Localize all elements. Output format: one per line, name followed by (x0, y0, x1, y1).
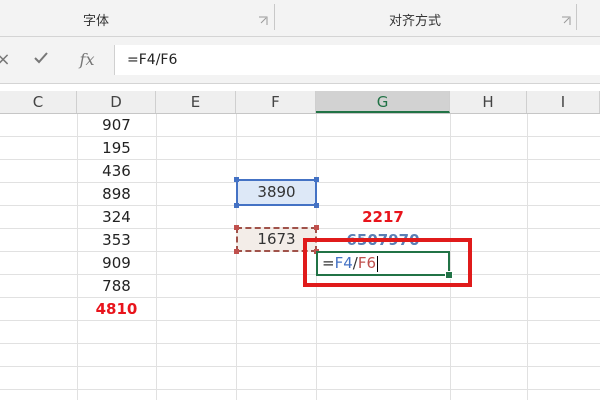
ribbon: 字体 对齐方式 (0, 0, 600, 37)
cancel-icon[interactable]: × (0, 49, 14, 71)
confirm-icon[interactable] (30, 49, 52, 73)
row-line (0, 389, 600, 390)
cell-d5[interactable]: 324 (77, 206, 156, 229)
dialog-launcher-icon[interactable] (561, 16, 571, 26)
cell-d6[interactable]: 353 (77, 229, 156, 252)
column-header-e[interactable]: E (156, 91, 236, 113)
column-header-i[interactable]: I (527, 91, 600, 113)
ribbon-group-label: 对齐方式 (388, 14, 441, 29)
row-line (0, 366, 600, 367)
column-line (156, 114, 157, 400)
reference-corner[interactable] (234, 249, 239, 254)
ribbon-group-alignment: 对齐方式 (275, 0, 555, 36)
cell-d7[interactable]: 909 (77, 252, 156, 275)
ribbon-divider (576, 4, 577, 30)
column-line (236, 114, 237, 400)
insert-function-icon[interactable]: fx (76, 49, 98, 71)
column-header-d[interactable]: D (77, 91, 156, 113)
column-headers: C D E F G H I (0, 91, 600, 114)
row-line (0, 343, 600, 344)
cell-d1[interactable]: 907 (77, 114, 156, 137)
ribbon-group-font: 字体 (0, 0, 192, 36)
cell-d4[interactable]: 898 (77, 183, 156, 206)
reference-corner[interactable] (234, 203, 239, 208)
formula-input[interactable]: =F4/F6 (114, 45, 600, 75)
cell-d2[interactable]: 195 (77, 137, 156, 160)
highlight-annotation-box (303, 238, 472, 287)
formula-bar: × fx =F4/F6 (0, 37, 600, 84)
column-line (527, 114, 528, 400)
cell-d-total[interactable]: 4810 (77, 298, 156, 321)
cell-f4-referenced[interactable]: 3890 (236, 179, 317, 206)
column-header-g[interactable]: G (316, 91, 450, 113)
cell-g5[interactable]: 2217 (316, 206, 450, 229)
column-header-h[interactable]: H (450, 91, 527, 113)
column-header-f[interactable]: F (236, 91, 316, 113)
reference-corner[interactable] (314, 225, 319, 230)
cell-d8[interactable]: 788 (77, 275, 156, 298)
dialog-launcher-icon[interactable] (258, 16, 268, 26)
reference-corner[interactable] (314, 177, 319, 182)
reference-corner[interactable] (234, 225, 239, 230)
cell-d3[interactable]: 436 (77, 160, 156, 183)
column-header-c[interactable]: C (0, 91, 77, 113)
ribbon-group-label: 字体 (82, 14, 109, 29)
reference-corner[interactable] (234, 177, 239, 182)
